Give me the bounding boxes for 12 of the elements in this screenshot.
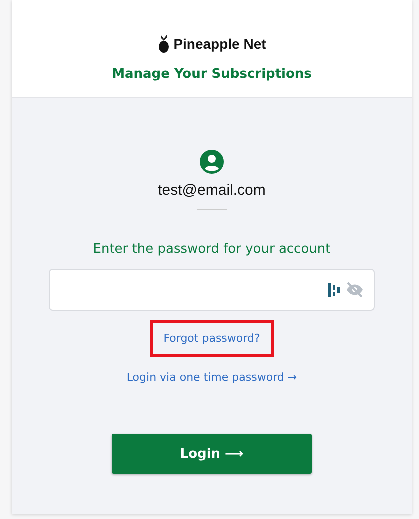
page-title: Manage Your Subscriptions — [112, 67, 312, 82]
account-email: test@email.com — [158, 182, 266, 199]
login-button[interactable]: Login ⟶ — [112, 434, 312, 474]
password-field[interactable] — [49, 269, 375, 311]
user-avatar-icon — [200, 150, 224, 174]
password-manager-icon[interactable] — [328, 283, 340, 297]
brand-name: Pineapple Net — [174, 36, 266, 52]
pineapple-logo-icon — [158, 35, 170, 53]
forgot-password-link[interactable]: Forgot password? — [150, 320, 274, 357]
otp-login-link[interactable]: Login via one time password → — [126, 371, 298, 384]
eye-off-icon[interactable] — [346, 282, 364, 298]
password-prompt: Enter the password for your account — [93, 242, 331, 257]
